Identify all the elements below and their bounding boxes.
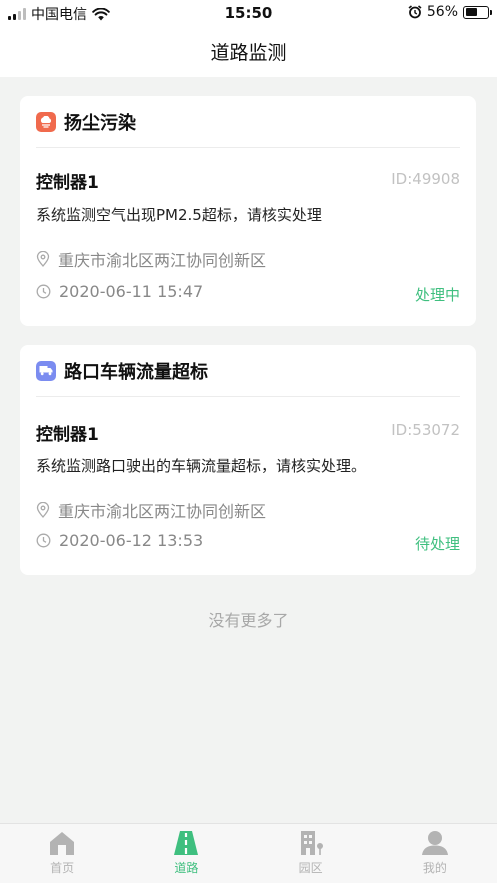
tab-home[interactable]: 首页 (0, 824, 124, 883)
location-text: 重庆市渝北区两江协同创新区 (58, 502, 267, 521)
status-bar: 中国电信 15:50 56% (0, 0, 497, 26)
location-pin-icon (36, 251, 50, 267)
alarm-icon (408, 5, 422, 19)
tab-label: 我的 (422, 861, 447, 875)
location-row: 重庆市渝北区两江协同创新区 (36, 247, 266, 271)
tab-road[interactable]: 道路 (124, 824, 248, 883)
location-text: 重庆市渝北区两江协同创新区 (58, 251, 267, 270)
tab-park[interactable]: 园区 (249, 824, 373, 883)
timestamp: 2020-06-11 15:47 (59, 282, 204, 301)
page-title: 道路监测 (210, 42, 287, 64)
road-icon (174, 831, 199, 855)
alert-description: 系统监测路口驶出的车辆流量超标，请核实处理。 (36, 457, 367, 475)
tab-label: 首页 (50, 861, 75, 875)
user-icon (421, 831, 448, 855)
category-title: 扬尘污染 (64, 112, 136, 134)
building-icon (300, 831, 323, 855)
battery-percent: 56% (426, 4, 458, 20)
tab-label: 园区 (298, 861, 323, 875)
clock-icon (36, 533, 51, 548)
controller-id: ID:53072 (391, 421, 460, 439)
alert-card[interactable]: 扬尘污染 控制器1 ID:49908 系统监测空气出现PM2.5超标，请核实处理… (20, 96, 476, 326)
truck-icon (36, 360, 56, 381)
tab-mine[interactable]: 我的 (373, 824, 497, 883)
battery-icon (463, 5, 492, 19)
bottom-tab-bar: 首页 道路 园区 我的 (0, 823, 497, 883)
tab-label: 道路 (174, 861, 199, 875)
controller-name: 控制器1 (36, 173, 99, 193)
controller-name: 控制器1 (36, 425, 99, 445)
status-badge: 待处理 (414, 535, 460, 553)
controller-id: ID:49908 (391, 170, 460, 188)
card-header: 扬尘污染 (36, 96, 460, 148)
card-header: 路口车辆流量超标 (36, 345, 460, 397)
status-badge: 处理中 (414, 286, 460, 304)
time-row: 2020-06-11 15:47 (36, 282, 203, 301)
dust-cloud-icon (36, 111, 56, 132)
location-pin-icon (36, 502, 50, 518)
alert-description: 系统监测空气出现PM2.5超标，请核实处理 (36, 206, 322, 224)
category-title: 路口车辆流量超标 (64, 361, 208, 383)
clock-icon (36, 284, 51, 299)
home-icon (50, 832, 75, 855)
alert-card[interactable]: 路口车辆流量超标 控制器1 ID:53072 系统监测路口驶出的车辆流量超标，请… (20, 345, 476, 575)
battery-fill (465, 8, 477, 16)
timestamp: 2020-06-12 13:53 (59, 531, 204, 550)
list-end-text: 没有更多了 (208, 611, 289, 630)
location-row: 重庆市渝北区两江协同创新区 (36, 498, 266, 522)
time-row: 2020-06-12 13:53 (36, 531, 203, 550)
top-bar: 中国电信 15:50 56% 道路监测 (0, 0, 497, 77)
